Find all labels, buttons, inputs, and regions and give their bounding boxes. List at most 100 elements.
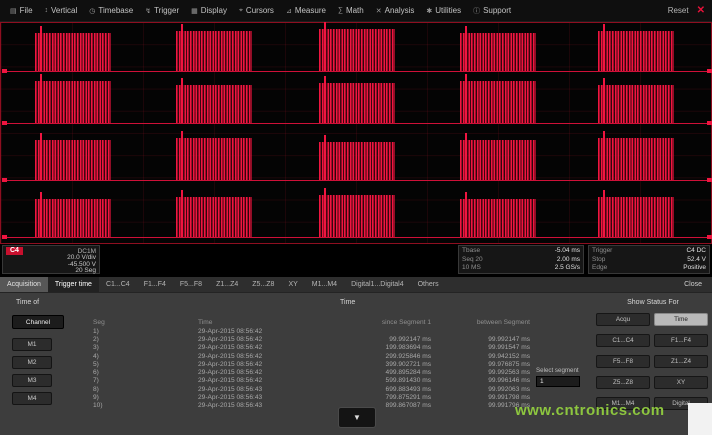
table-cell: 599.891430 ms bbox=[310, 377, 435, 384]
menu-item-vertical[interactable]: ↕Vertical bbox=[39, 0, 84, 21]
table-cell: 3) bbox=[70, 344, 180, 351]
status-button-c1-c4[interactable]: C1...C4 bbox=[596, 334, 650, 347]
menu-item-display[interactable]: ▦Display bbox=[185, 0, 233, 21]
menu-item-label: Vertical bbox=[51, 6, 77, 15]
menu-item-label: Support bbox=[483, 6, 511, 15]
tab-z1-z4[interactable]: Z1...Z4 bbox=[209, 277, 245, 292]
menu-item-trigger[interactable]: ↯Trigger bbox=[139, 0, 185, 21]
menu-item-measure[interactable]: ⊿Measure bbox=[280, 0, 332, 21]
waveform-spike bbox=[40, 133, 42, 180]
status-button-f5-f8[interactable]: F5...F8 bbox=[596, 355, 650, 368]
waveform-spike bbox=[465, 133, 467, 180]
table-cell: 29-Apr-2015 08:56:42 bbox=[180, 336, 310, 343]
menu-item-timebase[interactable]: ◷Timebase bbox=[83, 0, 139, 21]
tab-digital1-digital4[interactable]: Digital1...Digital4 bbox=[344, 277, 411, 292]
menu-bar: ▤File↕Vertical◷Timebase↯Trigger▦Display⌖… bbox=[0, 0, 712, 22]
tab-xy[interactable]: XY bbox=[281, 277, 304, 292]
table-row[interactable]: 7)29-Apr-2015 08:56:42599.891430 ms99.99… bbox=[70, 377, 530, 385]
table-cell: 299.925846 ms bbox=[310, 353, 435, 360]
menu-item-math[interactable]: ∑Math bbox=[332, 0, 370, 21]
menu-right: Reset ✕ bbox=[668, 5, 708, 16]
trace-edge-marker bbox=[707, 69, 712, 73]
table-cell: 29-Apr-2015 08:56:43 bbox=[180, 394, 310, 401]
waveform-display[interactable] bbox=[0, 22, 712, 244]
menu-item-utilities[interactable]: ✱Utilities bbox=[420, 0, 467, 21]
segment-time-table[interactable]: SegTimesince Segment 1between Segment1)2… bbox=[70, 317, 530, 410]
table-cell: 29-Apr-2015 08:56:42 bbox=[180, 353, 310, 360]
table-cell: 5) bbox=[70, 361, 180, 368]
tab-acquisition[interactable]: Acquisition bbox=[0, 277, 48, 292]
table-cell: 8) bbox=[70, 386, 180, 393]
tab-trigger-time[interactable]: Trigger time bbox=[48, 277, 99, 292]
menu-items: ▤File↕Vertical◷Timebase↯Trigger▦Display⌖… bbox=[4, 0, 517, 21]
table-cell: 499.895284 ms bbox=[310, 369, 435, 376]
hide-dialog-button[interactable]: ▼ bbox=[338, 407, 376, 428]
menu-item-support[interactable]: ⓘSupport bbox=[467, 0, 517, 21]
vertical-icon: ↕ bbox=[45, 7, 49, 14]
waveform-spike bbox=[181, 24, 183, 71]
table-row[interactable]: 4)29-Apr-2015 08:56:42299.925846 ms99.94… bbox=[70, 352, 530, 360]
memory-button-m2[interactable]: M2 bbox=[12, 356, 52, 369]
tab-c1-c4[interactable]: C1...C4 bbox=[99, 277, 137, 292]
status-button-time[interactable]: Time bbox=[654, 313, 708, 326]
table-row[interactable]: 1)29-Apr-2015 08:56:42 bbox=[70, 327, 530, 335]
waveform-segment bbox=[460, 140, 536, 180]
status-button-z5-z8[interactable]: Z5...Z8 bbox=[596, 376, 650, 389]
status-button-z1-z4[interactable]: Z1...Z4 bbox=[654, 355, 708, 368]
select-segment-input[interactable]: 1 bbox=[536, 376, 580, 387]
memory-button-m3[interactable]: M3 bbox=[12, 374, 52, 387]
show-status-buttons: Acqu Time C1...C4 F1...F4 F5...F8 Z1...Z4 Z5..… bbox=[596, 313, 708, 410]
memory-button-m1[interactable]: M1 bbox=[12, 338, 52, 351]
table-row[interactable]: 6)29-Apr-2015 08:56:42499.895284 ms99.99… bbox=[70, 368, 530, 376]
channel-source-button[interactable]: Channel bbox=[12, 315, 64, 329]
table-cell: 29-Apr-2015 08:56:43 bbox=[180, 402, 310, 409]
menu-item-label: File bbox=[20, 6, 33, 15]
watermark-logo bbox=[688, 403, 712, 435]
math-icon: ∑ bbox=[338, 7, 343, 14]
watermark-text: www.cntronics.com bbox=[515, 402, 665, 419]
table-row[interactable]: 5)29-Apr-2015 08:56:42399.902721 ms99.97… bbox=[70, 360, 530, 368]
trigger-icon: ↯ bbox=[145, 7, 151, 15]
menu-item-label: Math bbox=[346, 6, 364, 15]
menu-item-label: Utilities bbox=[435, 6, 461, 15]
table-cell: 2) bbox=[70, 336, 180, 343]
status-button-xy[interactable]: XY bbox=[654, 376, 708, 389]
channel-descriptor-c4[interactable]: C4 DC1M 20.0 V/div -45.500 V 20 Seg bbox=[2, 245, 100, 274]
menu-item-analysis[interactable]: ✕Analysis bbox=[370, 0, 421, 21]
status-button-acqu[interactable]: Acqu bbox=[596, 313, 650, 326]
waveform-spike bbox=[465, 74, 467, 123]
tab-others[interactable]: Others bbox=[411, 277, 446, 292]
waveform-spike bbox=[603, 24, 605, 71]
tab-m1-m4[interactable]: M1...M4 bbox=[305, 277, 344, 292]
segment-baseline bbox=[2, 237, 710, 238]
table-row[interactable]: 3)29-Apr-2015 08:56:42199.983694 ms99.99… bbox=[70, 344, 530, 352]
dialog-close-button[interactable]: Close bbox=[674, 277, 712, 292]
table-row[interactable]: 9)29-Apr-2015 08:56:43799.875291 ms99.99… bbox=[70, 393, 530, 401]
waveform-spike bbox=[324, 188, 326, 237]
tab-f5-f8[interactable]: F5...F8 bbox=[173, 277, 209, 292]
menu-item-cursors[interactable]: ⌖Cursors bbox=[233, 0, 280, 21]
measure-icon: ⊿ bbox=[286, 7, 292, 15]
app-close-icon[interactable]: ✕ bbox=[697, 5, 708, 16]
status-button-f1-f4[interactable]: F1...F4 bbox=[654, 334, 708, 347]
tab-f1-f4[interactable]: F1...F4 bbox=[137, 277, 173, 292]
waveform-spike bbox=[40, 192, 42, 237]
table-row[interactable]: 2)29-Apr-2015 08:56:4299.992147 ms99.992… bbox=[70, 335, 530, 343]
waveform-spike bbox=[181, 78, 183, 123]
menu-item-file[interactable]: ▤File bbox=[4, 0, 39, 21]
waveform-segment bbox=[460, 199, 536, 237]
timebase-descriptor[interactable]: Tbase-5.04 ms Seq 202.00 ms 10 MS2.5 GS/… bbox=[458, 245, 584, 274]
memory-button-m4[interactable]: M4 bbox=[12, 392, 52, 405]
waveform-segment bbox=[598, 31, 674, 71]
trigger-descriptor[interactable]: TriggerC4 DC Stop52.4 V EdgePositive bbox=[588, 245, 710, 274]
table-cell: 4) bbox=[70, 353, 180, 360]
waveform-spike bbox=[181, 131, 183, 180]
waveform-segment bbox=[598, 138, 674, 180]
table-cell: 699.883493 ms bbox=[310, 386, 435, 393]
reset-button[interactable]: Reset bbox=[668, 6, 689, 15]
menu-item-label: Cursors bbox=[246, 6, 274, 15]
table-row[interactable]: 8)29-Apr-2015 08:56:43699.883493 ms99.99… bbox=[70, 385, 530, 393]
waveform-segment bbox=[176, 31, 252, 71]
table-row[interactable]: 10)29-Apr-2015 08:56:43899.867087 ms99.9… bbox=[70, 402, 530, 410]
tab-z5-z8[interactable]: Z5...Z8 bbox=[245, 277, 281, 292]
